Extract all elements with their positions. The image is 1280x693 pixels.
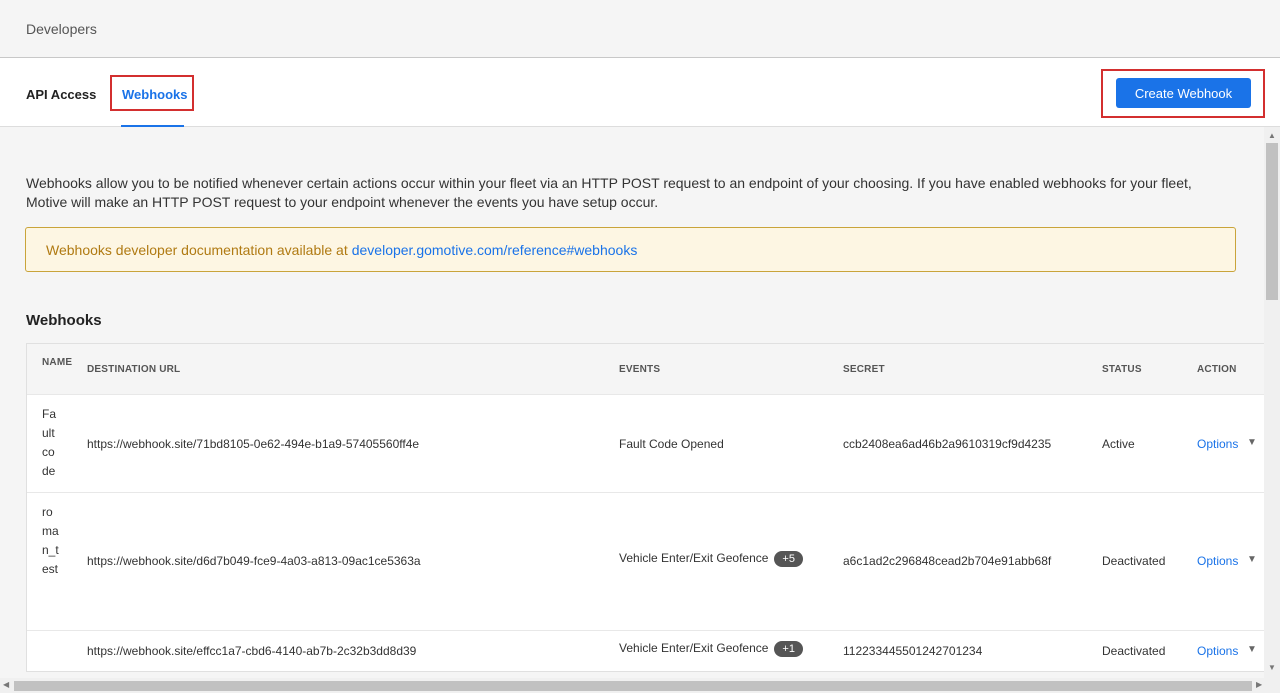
cell-secret: ccb2408ea6ad46b2a9610319cf9d4235 [843, 437, 1052, 451]
more-events-badge[interactable]: +1 [774, 641, 803, 657]
notice-message: Webhooks developer documentation availab… [46, 242, 348, 258]
header-status: STATUS [1102, 364, 1142, 375]
scroll-up-icon[interactable]: ▲ [1268, 131, 1276, 140]
docs-link[interactable]: developer.gomotive.com/reference#webhook… [352, 242, 638, 258]
cell-url: https://webhook.site/effcc1a7-cbd6-4140-… [87, 644, 417, 658]
header-secret: SECRET [843, 364, 885, 375]
intro-text: Webhooks allow you to be notified whenev… [26, 175, 1192, 210]
create-webhook-button[interactable]: Create Webhook [1116, 78, 1251, 108]
webhooks-table: NAME DESTINATION URL EVENTS SECRET STATU… [26, 343, 1264, 672]
docs-notice: Webhooks developer documentation availab… [25, 227, 1236, 272]
table-header: NAME DESTINATION URL EVENTS SECRET STATU… [27, 344, 1264, 395]
vertical-scrollbar[interactable]: ▲ ▼ [1264, 127, 1280, 678]
options-link[interactable]: Options [1197, 437, 1238, 451]
page-header: Developers [0, 0, 1280, 58]
table-row: https://webhook.site/effcc1a7-cbd6-4140-… [27, 631, 1264, 671]
cell-name: roman_test [42, 505, 59, 576]
horizontal-scroll-thumb[interactable] [14, 681, 1252, 691]
header-action: ACTION [1197, 364, 1237, 375]
cell-secret: 112233445501242701234 [843, 644, 983, 658]
chevron-down-icon[interactable]: ▼ [1247, 554, 1257, 565]
cell-name: Fault code [42, 407, 57, 478]
header-name: NAME [42, 357, 73, 368]
vertical-scroll-thumb[interactable] [1266, 143, 1278, 300]
main-content: Webhooks allow you to be notified whenev… [0, 127, 1264, 678]
chevron-down-icon[interactable]: ▼ [1247, 644, 1257, 655]
cell-status: Deactivated [1102, 644, 1166, 658]
cell-status: Deactivated [1102, 554, 1166, 568]
options-link[interactable]: Options [1197, 554, 1238, 568]
cell-url: https://webhook.site/71bd8105-0e62-494e-… [87, 437, 420, 451]
event-label: Vehicle Enter/Exit Geofence [619, 641, 769, 655]
cell-events: Vehicle Enter/Exit Geofence +5 [619, 551, 803, 567]
table-row: Fault code https://webhook.site/71bd8105… [27, 395, 1264, 493]
cell-status: Active [1102, 437, 1135, 451]
chevron-down-icon[interactable]: ▼ [1247, 437, 1257, 448]
notice-text: Webhooks developer documentation availab… [46, 242, 637, 258]
cell-secret: a6c1ad2c296848cead2b704e91abb68f [843, 554, 1052, 568]
table-row: roman_test https://webhook.site/d6d7b049… [27, 493, 1264, 631]
event-label: Vehicle Enter/Exit Geofence [619, 551, 769, 565]
header-url: DESTINATION URL [87, 364, 181, 375]
tab-api-access[interactable]: API Access [26, 87, 96, 102]
header-events: EVENTS [619, 364, 661, 375]
event-label: Fault Code Opened [619, 437, 724, 451]
more-events-badge[interactable]: +5 [774, 551, 803, 567]
scroll-right-icon[interactable]: ▶ [1256, 680, 1262, 689]
highlight-box-webhooks-tab [110, 75, 194, 111]
horizontal-scrollbar[interactable]: ◀ ▶ [0, 678, 1280, 693]
tab-bar: API Access Webhooks Create Webhook [0, 58, 1280, 127]
options-link[interactable]: Options [1197, 644, 1238, 658]
scroll-down-icon[interactable]: ▼ [1268, 663, 1276, 672]
cell-events: Fault Code Opened [619, 437, 724, 451]
page-title: Developers [26, 21, 97, 37]
cell-events: Vehicle Enter/Exit Geofence +1 [619, 641, 803, 657]
scroll-left-icon[interactable]: ◀ [3, 680, 9, 689]
cell-url: https://webhook.site/d6d7b049-fce9-4a03-… [87, 554, 421, 568]
section-title: Webhooks [26, 312, 102, 329]
